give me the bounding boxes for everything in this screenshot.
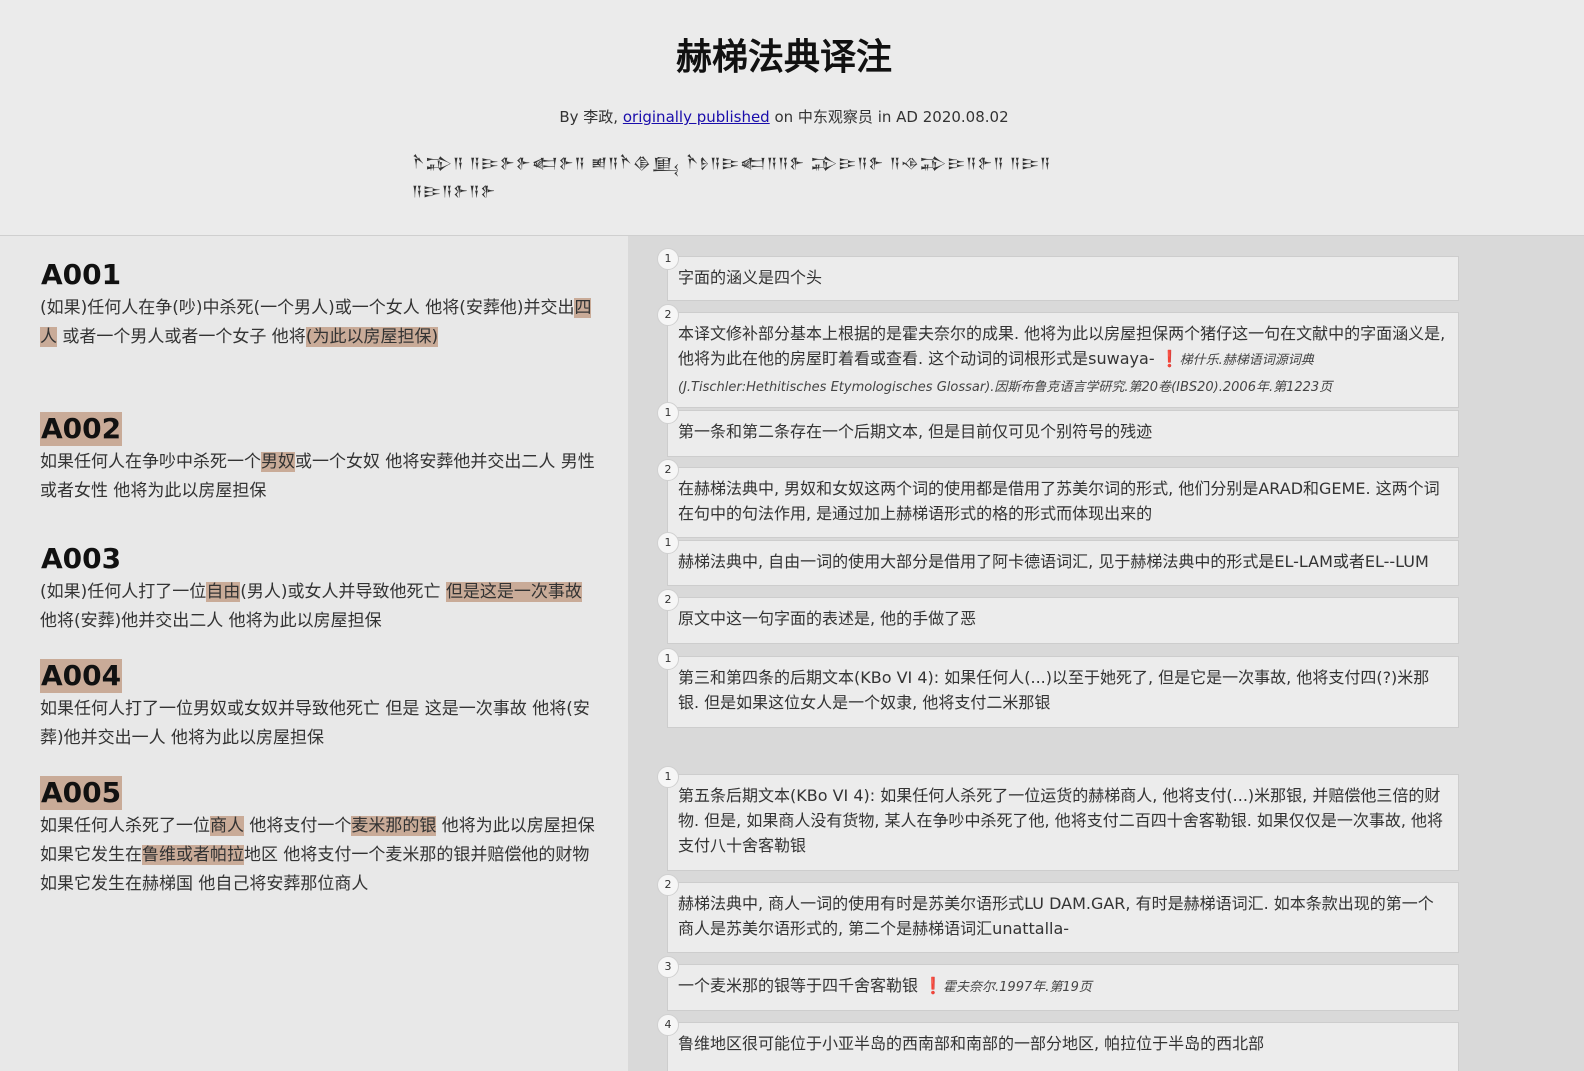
note-card: 1 字面的涵义是四个头 (657, 248, 1459, 301)
note-text: 第一条和第二条存在一个后期文本, 但是目前仅可见个别符号的残迹 (678, 422, 1153, 441)
note-card: 1 第一条和第二条存在一个后期文本, 但是目前仅可见个别符号的残迹 (657, 402, 1459, 457)
text-span: 或者一个男人或者一个女子 他将 (57, 327, 306, 347)
note-text: 鲁维地区很可能位于小亚半岛的西南部和南部的一部分地区, 帕拉位于半岛的西北部 (678, 1034, 1265, 1053)
text-span: 如果任何人打了一位男奴或女奴并导致他死亡 但是 这是一次事故 他将(安葬)他并交… (40, 699, 590, 748)
note-card: 4 鲁维地区很可能位于小亚半岛的西南部和南部的一部分地区, 帕拉位于半岛的西北部 (657, 1014, 1459, 1071)
highlight-span[interactable]: (为此以房屋担保) (305, 327, 439, 347)
text-span: 如果任何人在争吵中杀死一个 (40, 452, 261, 472)
highlight-span[interactable]: 但是这是一次事故 (445, 582, 582, 602)
text-span: 他将(安葬)他并交出二人 他将为此以房屋担保 (40, 611, 382, 631)
article-text: 如果任何人打了一位男奴或女奴并导致他死亡 但是 这是一次事故 他将(安葬)他并交… (40, 695, 600, 753)
note-number: 2 (657, 589, 679, 611)
page-title: 赫梯法典译注 (675, 37, 892, 78)
notes-column: 1 字面的涵义是四个头 2 本译文修补部分基本上根据的是霍夫奈尔的成果. 他将为… (628, 236, 1584, 1071)
note-marker-icon: ❗ (923, 976, 944, 995)
cuneiform-line: 𒋻𒁉𒀀 𒀀𒄿𒉿𒉿𒅗𒉿𒀀 𒅖𒀀𒋻𒆠𒅅 𒋻𒊩𒀀𒄿𒅗𒀀𒀀𒉿 𒁉𒄿𒀀𒉿 𒀀𒈾𒁉𒄿𒀀𒉿𒀀 … (412, 156, 1052, 172)
highlight-span[interactable]: 男奴 (261, 452, 295, 472)
article-id[interactable]: A002 (40, 412, 123, 446)
highlight-span[interactable]: 商人 (210, 816, 244, 836)
cuneiform-text: 𒋻𒁉𒀀 𒀀𒄿𒉿𒉿𒅗𒉿𒀀 𒅖𒀀𒋻𒆠𒅅 𒋻𒊩𒀀𒄿𒅗𒀀𒀀𒉿 𒁉𒄿𒀀𒉿 𒀀𒈾𒁉𒄿𒀀𒉿𒀀 … (412, 150, 1052, 206)
note-text: 第五条后期文本(KBo VI 4): 如果任何人杀死了一位运货的赫梯商人, 他将… (678, 786, 1444, 855)
original-link[interactable]: originally published (623, 108, 770, 126)
highlight-span[interactable]: 鲁维或者帕拉 (142, 845, 244, 865)
note-number: 2 (657, 304, 679, 326)
article-id[interactable]: A004 (40, 659, 123, 693)
note-text: 本译文修补部分基本上根据的是霍夫奈尔的成果. 他将为此以房屋担保两个猪仔这一句在… (678, 324, 1446, 368)
article-id[interactable]: A005 (40, 776, 123, 810)
note-number: 1 (657, 402, 679, 424)
highlight-span[interactable]: 麦米那的银 (351, 816, 437, 836)
byline: By 李政, originally published on 中东观察员 in … (0, 106, 1568, 127)
note-card: 2 本译文修补部分基本上根据的是霍夫奈尔的成果. 他将为此以房屋担保两个猪仔这一… (657, 304, 1459, 408)
note-number: 2 (657, 874, 679, 896)
text-span: (男人)或女人并导致他死亡 (240, 582, 446, 602)
article-text: (如果)任何人打了一位自由(男人)或女人并导致他死亡 但是这是一次事故 他将(安… (40, 578, 600, 636)
note-card: 1 第五条后期文本(KBo VI 4): 如果任何人杀死了一位运货的赫梯商人, … (657, 766, 1459, 871)
note-number: 2 (657, 459, 679, 481)
text-span: 如果任何人杀死了一位 (40, 816, 210, 836)
note-card: 1 第三和第四条的后期文本(KBo VI 4): 如果任何人(...)以至于她死… (657, 648, 1459, 728)
note-text: 在赫梯法典中, 男奴和女奴这两个词的使用都是借用了苏美尔词的形式, 他们分别是A… (678, 479, 1440, 523)
note-text: 字面的涵义是四个头 (678, 268, 823, 287)
note-number: 1 (657, 648, 679, 670)
note-text: 赫梯法典中, 商人一词的使用有时是苏美尔语形式LU DAM.GAR, 有时是赫梯… (678, 894, 1434, 938)
byline-source: on 中东观察员 in AD 2020.08.02 (774, 108, 1009, 126)
text-span: 他将支付一个 (244, 816, 352, 836)
note-card: 2 在赫梯法典中, 男奴和女奴这两个词的使用都是借用了苏美尔词的形式, 他们分别… (657, 459, 1459, 538)
article-a002: A002 如果任何人在争吵中杀死一个男奴或一个女奴 他将安葬他并交出二人 男性或… (40, 412, 600, 506)
article-id: A003 (41, 542, 122, 575)
article-text: 如果任何人杀死了一位商人 他将支付一个麦米那的银 他将为此以房屋担保 如果它发生… (40, 812, 600, 899)
note-number: 1 (657, 248, 679, 270)
note-text: 一个麦米那的银等于四千舍客勒银 (678, 976, 924, 995)
article-a003: A003 (如果)任何人打了一位自由(男人)或女人并导致他死亡 但是这是一次事故… (40, 542, 600, 636)
note-number: 4 (657, 1014, 679, 1036)
text-span: (如果)任何人打了一位 (40, 582, 207, 602)
note-card: 2 原文中这一句字面的表述是, 他的手做了恶 (657, 589, 1459, 644)
note-number: 1 (657, 532, 679, 554)
note-text: 第三和第四条的后期文本(KBo VI 4): 如果任何人(...)以至于她死了,… (678, 668, 1430, 712)
article-a001: A001 (如果)任何人在争(吵)中杀死(一个男人)或一个女人 他将(安葬他)并… (40, 258, 600, 352)
article-text: (如果)任何人在争(吵)中杀死(一个男人)或一个女人 他将(安葬他)并交出四人 … (40, 294, 600, 352)
byline-author: By 李政, (559, 108, 619, 126)
article-text: 如果任何人在争吵中杀死一个男奴或一个女奴 他将安葬他并交出二人 男性或者女性 他… (40, 448, 600, 506)
note-marker-icon: ❗ (1159, 349, 1180, 368)
article-id: A001 (41, 258, 122, 291)
highlight-span[interactable]: 自由 (206, 582, 241, 602)
cuneiform-line: 𒀀𒄿𒀀𒉿𒀀𒉿 (412, 184, 497, 200)
note-number: 3 (657, 956, 679, 978)
note-card: 2 赫梯法典中, 商人一词的使用有时是苏美尔语形式LU DAM.GAR, 有时是… (657, 874, 1459, 953)
articles-column: A001 (如果)任何人在争(吵)中杀死(一个男人)或一个女人 他将(安葬他)并… (0, 236, 628, 1071)
note-card: 1 赫梯法典中, 自由一词的使用大部分是借用了阿卡德语词汇, 见于赫梯法典中的形… (657, 532, 1459, 586)
text-span: (如果)任何人在争(吵)中杀死(一个男人)或一个女人 他将(安葬他)并交出 (40, 298, 575, 318)
article-a004: A004 如果任何人打了一位男奴或女奴并导致他死亡 但是 这是一次事故 他将(安… (40, 659, 600, 753)
article-a005: A005 如果任何人杀死了一位商人 他将支付一个麦米那的银 他将为此以房屋担保 … (40, 776, 600, 899)
note-text: 赫梯法典中, 自由一词的使用大部分是借用了阿卡德语词汇, 见于赫梯法典中的形式是… (678, 552, 1429, 571)
page-header: 赫梯法典译注 By 李政, originally published on 中东… (0, 0, 1584, 236)
note-text: 原文中这一句字面的表述是, 他的手做了恶 (678, 609, 977, 628)
note-number: 1 (657, 766, 679, 788)
note-card: 3 一个麦米那的银等于四千舍客勒银 ❗霍夫奈尔.1997年.第19页 (657, 956, 1459, 1011)
note-citation: 霍夫奈尔.1997年.第19页 (943, 980, 1092, 995)
